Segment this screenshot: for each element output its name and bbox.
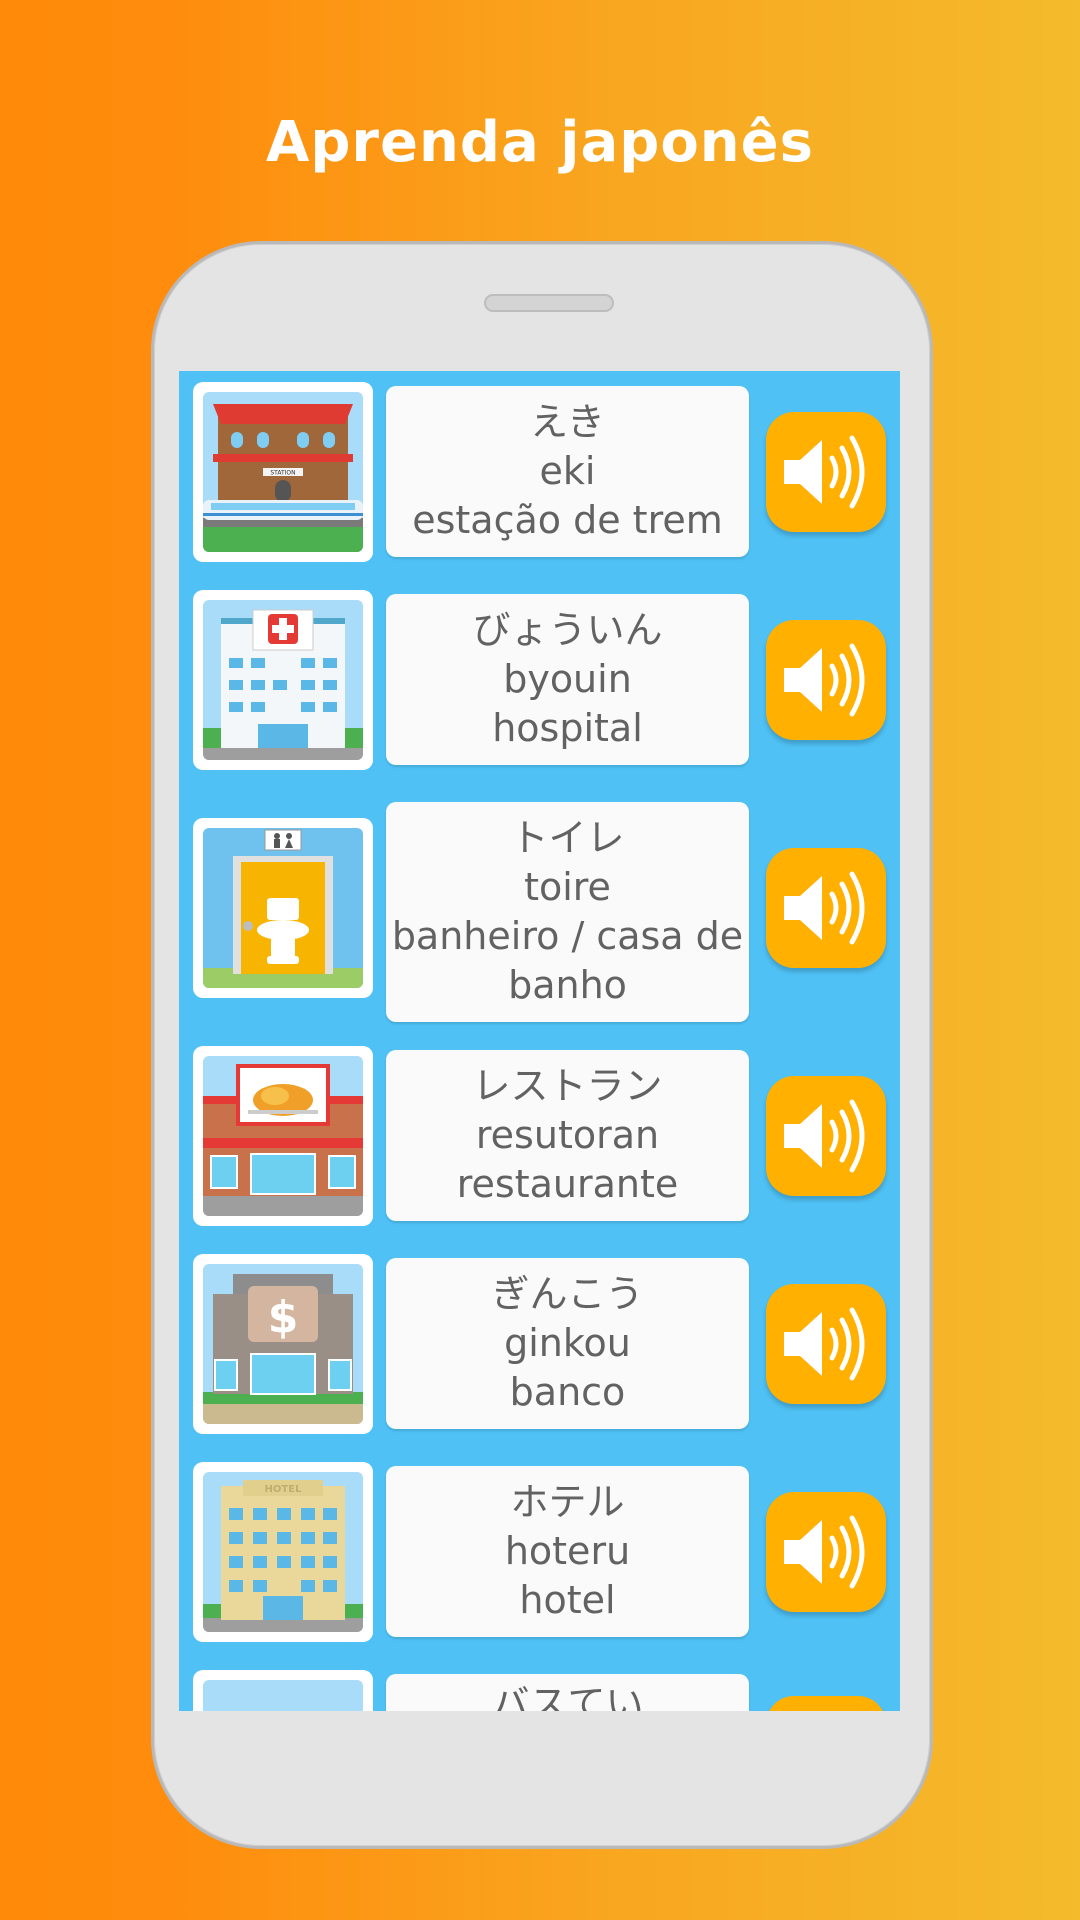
hotel-icon: HOTEL	[203, 1472, 363, 1632]
word-image	[193, 590, 373, 770]
play-sound-button[interactable]	[766, 848, 886, 968]
speaker-icon	[784, 1099, 865, 1173]
phone-speaker	[484, 294, 614, 312]
word-kana: トイレ	[510, 816, 625, 860]
word-kana: えき	[530, 400, 605, 444]
word-image: $	[193, 1254, 373, 1434]
word-translation: banheiro / casa de banho	[391, 914, 744, 1007]
speaker-icon	[784, 1515, 865, 1589]
play-sound-button[interactable]	[766, 1076, 886, 1196]
word-image: HOTEL	[193, 1462, 373, 1642]
word-romaji: eki	[539, 449, 596, 493]
word-kana: バスてい	[491, 1682, 644, 1711]
word-card[interactable]: バスてい	[386, 1674, 749, 1711]
word-card[interactable]: トイレ toire banheiro / casa de banho	[386, 802, 749, 1022]
word-romaji: resutoran	[475, 1113, 660, 1157]
phone-frame: STATION えき eki estação de trem びょういん byo…	[151, 241, 933, 1849]
hospital-icon	[203, 600, 363, 760]
restaurant-icon	[203, 1056, 363, 1216]
word-romaji: ginkou	[504, 1321, 631, 1365]
page-headline: Aprenda japonês	[266, 110, 814, 175]
word-card[interactable]: びょういん byouin hospital	[386, 594, 749, 765]
word-translation: hotel	[519, 1578, 616, 1622]
play-sound-button[interactable]	[766, 1492, 886, 1612]
word-kana: びょういん	[472, 608, 663, 652]
word-image	[193, 818, 373, 998]
word-romaji: toire	[524, 865, 611, 909]
word-romaji: hoteru	[504, 1529, 631, 1573]
speaker-icon	[784, 871, 865, 945]
word-romaji: byouin	[503, 657, 632, 701]
train-station-icon: STATION	[203, 392, 363, 552]
word-card[interactable]: えき eki estação de trem	[386, 386, 749, 557]
word-translation: estação de trem	[412, 498, 723, 542]
word-card[interactable]: ホテル hoteru hotel	[386, 1466, 749, 1637]
toilet-icon	[203, 828, 363, 988]
word-kana: ぎんこう	[491, 1272, 644, 1316]
word-translation: hospital	[492, 706, 643, 750]
play-sound-button[interactable]	[766, 412, 886, 532]
word-image: STATION	[193, 382, 373, 562]
vocabulary-list[interactable]: STATION えき eki estação de trem びょういん byo…	[179, 371, 900, 1711]
play-sound-button[interactable]	[766, 1284, 886, 1404]
word-image	[193, 1046, 373, 1226]
word-kana: レストラン	[472, 1064, 663, 1108]
hotel-sign: HOTEL	[265, 1484, 303, 1495]
bus-stop-icon	[203, 1680, 363, 1711]
word-kana: ホテル	[510, 1480, 625, 1524]
word-card[interactable]: レストラン resutoran restaurante	[386, 1050, 749, 1221]
word-translation: restaurante	[456, 1162, 679, 1206]
bank-symbol: $	[268, 1292, 299, 1343]
play-sound-button[interactable]	[766, 620, 886, 740]
word-translation: banco	[509, 1370, 626, 1414]
play-sound-button[interactable]	[766, 1696, 886, 1711]
word-image	[193, 1670, 373, 1711]
speaker-icon	[784, 1307, 865, 1381]
speaker-icon	[784, 435, 865, 509]
station-sign: STATION	[270, 470, 295, 477]
speaker-icon	[784, 643, 865, 717]
bank-icon: $	[203, 1264, 363, 1424]
word-card[interactable]: ぎんこう ginkou banco	[386, 1258, 749, 1429]
